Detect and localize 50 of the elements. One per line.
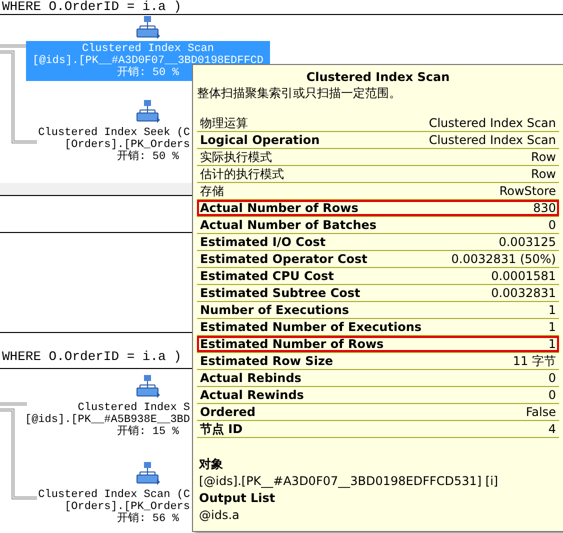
property-value: 0.0001581 <box>491 269 556 283</box>
property-label: Estimated I/O Cost <box>200 235 326 249</box>
property-label: Ordered <box>200 405 256 419</box>
property-label: 估计的执行模式 <box>200 166 284 182</box>
property-value: 1 <box>548 337 556 351</box>
property-label: Estimated Number of Executions <box>200 320 422 334</box>
index-scan-icon <box>135 99 161 125</box>
tooltip-title: Clustered Index Scan <box>305 69 451 85</box>
property-value: RowStore <box>499 184 556 198</box>
index-scan-icon <box>135 461 161 487</box>
property-value: False <box>526 405 556 419</box>
property-value: 830 <box>533 201 556 215</box>
query-text: WHERE O.OrderID = i.a ) <box>2 0 182 14</box>
property-label: 物理运算 <box>200 114 248 132</box>
property-value: 1 <box>548 320 556 334</box>
property-label: Estimated Number of Rows <box>200 337 384 351</box>
property-label: Estimated CPU Cost <box>200 269 334 283</box>
property-label: Estimated Row Size <box>200 354 334 368</box>
property-label: Actual Rewinds <box>200 388 304 402</box>
property-label: Logical Operation <box>200 133 320 147</box>
section-value: @ids.a <box>199 507 240 524</box>
property-value: 0 <box>548 371 556 385</box>
property-label: 存储 <box>200 182 224 200</box>
section-value: [@ids].[PK__#A3D0F07__3BD0198EDFFCD531] [i] <box>199 473 500 490</box>
property-label: Number of Executions <box>200 303 350 317</box>
index-scan-icon <box>135 374 161 400</box>
section-heading: 对象 <box>199 456 224 473</box>
property-label: Estimated Subtree Cost <box>200 286 360 300</box>
property-value: 1 <box>548 303 556 317</box>
property-value: Row <box>531 167 556 181</box>
property-label: Actual Number of Batches <box>200 218 377 232</box>
property-label: 实际执行模式 <box>200 148 272 166</box>
property-value: 4 <box>548 422 556 436</box>
property-value: Row <box>531 150 556 164</box>
index-scan-icon <box>135 15 161 41</box>
property-value: 0.0032831 <box>491 286 556 300</box>
query-text: WHERE O.OrderID = i.a ) <box>2 350 182 364</box>
section-heading: Output List <box>199 490 276 507</box>
property-value: 0 <box>548 218 556 232</box>
property-value: 11 字节 <box>512 352 556 370</box>
property-label: Estimated Operator Cost <box>200 252 368 266</box>
property-value: 0 <box>548 388 556 402</box>
property-value: 0.0032831 (50%) <box>451 252 556 266</box>
property-value: Clustered Index Scan <box>428 133 556 147</box>
property-value: 0.003125 <box>498 235 556 249</box>
property-label: 节点 ID <box>200 420 243 438</box>
property-label: Actual Rebinds <box>200 371 302 385</box>
property-value: Clustered Index Scan <box>428 116 556 130</box>
tooltip-description: 整体扫描聚集索引或只扫描一定范围。 <box>197 85 402 101</box>
property-label: Actual Number of Rows <box>200 201 358 215</box>
